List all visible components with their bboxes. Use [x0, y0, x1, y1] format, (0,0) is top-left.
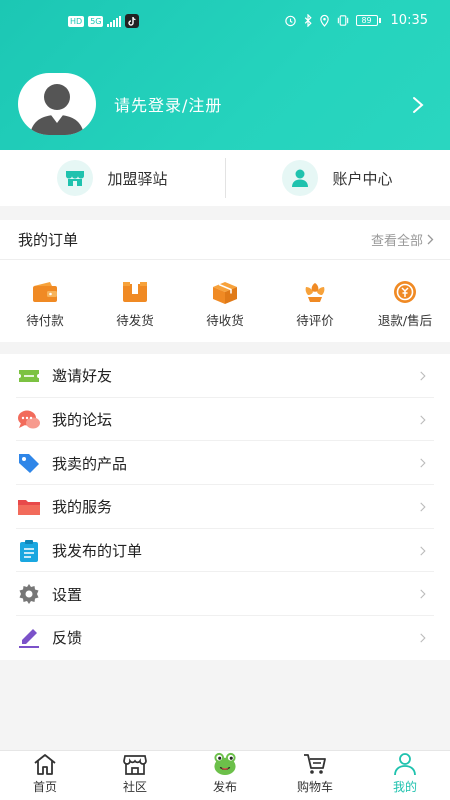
alarm-icon — [284, 15, 296, 27]
menu-label-my-services: 我的服务 — [52, 498, 113, 517]
menu-item-my-services[interactable]: 我的服务 — [0, 485, 450, 529]
order-pending-review-label: 待评价 — [296, 313, 334, 328]
orders-title: 我的订单 — [18, 231, 79, 249]
menu-item-my-products[interactable]: 我卖的产品 — [0, 441, 450, 485]
gear-icon — [16, 581, 42, 607]
chevron-right-icon[interactable] — [412, 96, 424, 114]
orders-header: 我的订单 查看全部 — [0, 220, 450, 260]
order-pending-shipment-label: 待发货 — [116, 313, 154, 328]
join-station-button[interactable]: 加盟驿站 — [0, 150, 225, 206]
battery-icon: 89 — [355, 15, 381, 26]
tiktok-icon — [125, 14, 140, 28]
menu-label-my-products: 我卖的产品 — [52, 454, 128, 473]
divider — [225, 158, 226, 198]
folder-icon — [16, 494, 42, 520]
bluetooth-icon — [304, 14, 312, 27]
refund-icon — [394, 281, 416, 303]
order-pending-payment[interactable]: 待付款 — [0, 280, 90, 342]
status-right: 89 10:35 — [284, 13, 428, 28]
menu-item-feedback[interactable]: 反馈 — [0, 616, 450, 660]
menu-item-invite-friends[interactable]: 邀请好友 — [0, 354, 450, 398]
user-icon — [282, 160, 319, 196]
profile-header: HD 5G 89 10:35 请先登录/注册 — [0, 0, 450, 150]
tab-cart[interactable]: 购物车 — [270, 751, 360, 800]
view-all-orders-link[interactable]: 查看全部 — [371, 230, 434, 249]
chevron-right-icon — [420, 502, 426, 512]
tab-cart-label: 购物车 — [296, 780, 333, 794]
quick-links: 加盟驿站 账户中心 — [0, 150, 450, 206]
status-left: HD 5G — [68, 14, 140, 28]
person-icon — [394, 753, 416, 776]
tab-home-label: 首页 — [32, 780, 57, 794]
tab-publish-label: 发布 — [212, 780, 237, 794]
vibrate-icon — [337, 15, 348, 26]
menu-label-feedback: 反馈 — [52, 629, 83, 648]
order-refund-aftersale[interactable]: 退款/售后 — [360, 280, 450, 342]
order-refund-aftersale-label: 退款/售后 — [377, 313, 433, 328]
tab-home[interactable]: 首页 — [0, 751, 90, 800]
menu-item-my-forum[interactable]: 我的论坛 — [0, 398, 450, 442]
battery-level: 89 — [355, 15, 378, 26]
menu-item-my-published-orders[interactable]: 我发布的订单 — [0, 529, 450, 573]
ticket-icon — [16, 363, 42, 389]
menu-label-my-published-orders: 我发布的订单 — [52, 542, 143, 561]
account-center-label: 账户中心 — [332, 169, 393, 188]
wallet-icon — [33, 282, 57, 302]
package-icon — [123, 282, 147, 302]
order-pending-payment-label: 待付款 — [26, 313, 64, 328]
tab-publish[interactable]: 发布 — [180, 751, 270, 800]
station-icon — [57, 160, 94, 196]
chat-icon — [16, 407, 42, 433]
edit-icon — [16, 625, 42, 651]
menu-label-settings: 设置 — [52, 585, 83, 604]
chevron-right-icon — [420, 633, 426, 643]
order-pending-receipt-label: 待收货 — [206, 313, 244, 328]
chevron-right-icon — [420, 546, 426, 556]
order-pending-review[interactable]: 待评价 — [270, 280, 360, 342]
order-pending-shipment[interactable]: 待发货 — [90, 280, 180, 342]
box-icon — [213, 282, 237, 304]
frog-icon — [214, 752, 236, 776]
default-avatar-icon — [30, 84, 84, 135]
tab-community-label: 社区 — [122, 780, 147, 794]
avatar[interactable] — [18, 73, 96, 135]
menu-label-invite-friends: 邀请好友 — [52, 367, 113, 386]
tab-mine-label: 我的 — [392, 780, 417, 794]
hd-chip: HD — [68, 15, 85, 27]
home-icon — [34, 754, 56, 775]
signal-icon — [107, 15, 122, 27]
join-station-label: 加盟驿站 — [107, 169, 168, 188]
cart-icon — [304, 754, 326, 774]
network-chip: 5G — [88, 15, 104, 27]
status-bar: HD 5G 89 10:35 — [0, 0, 450, 42]
tab-mine[interactable]: 我的 — [360, 751, 450, 800]
chevron-right-icon — [420, 458, 426, 468]
tab-community[interactable]: 社区 — [90, 751, 180, 800]
flower-icon — [305, 283, 325, 302]
order-status-row: 待付款 待发货 待收货 待评价 退款/售后 — [0, 260, 450, 342]
store-icon — [123, 755, 147, 775]
view-all-label: 查看全部 — [370, 234, 423, 249]
chevron-right-icon — [420, 415, 426, 425]
bottom-tab-bar: 首页 社区 发布 购物车 我的 — [0, 750, 450, 800]
location-icon — [319, 14, 329, 27]
account-center-button[interactable]: 账户中心 — [225, 150, 450, 206]
clipboard-icon — [16, 538, 42, 564]
chevron-right-icon — [427, 234, 434, 245]
tag-icon — [16, 450, 42, 476]
clock: 10:35 — [390, 13, 428, 28]
menu-label-my-forum: 我的论坛 — [52, 411, 113, 430]
my-orders-section: 我的订单 查看全部 待付款 待发货 待收货 待评价 退款/售后 — [0, 220, 450, 342]
chevron-right-icon — [420, 371, 426, 381]
menu-item-settings[interactable]: 设置 — [0, 572, 450, 616]
login-register-link[interactable]: 请先登录/注册 — [114, 92, 222, 116]
order-pending-receipt[interactable]: 待收货 — [180, 280, 270, 342]
chevron-right-icon — [420, 589, 426, 599]
menu-list: 邀请好友 我的论坛 我卖的产品 我的服务 我发布的订单 设置 反馈 — [0, 354, 450, 660]
